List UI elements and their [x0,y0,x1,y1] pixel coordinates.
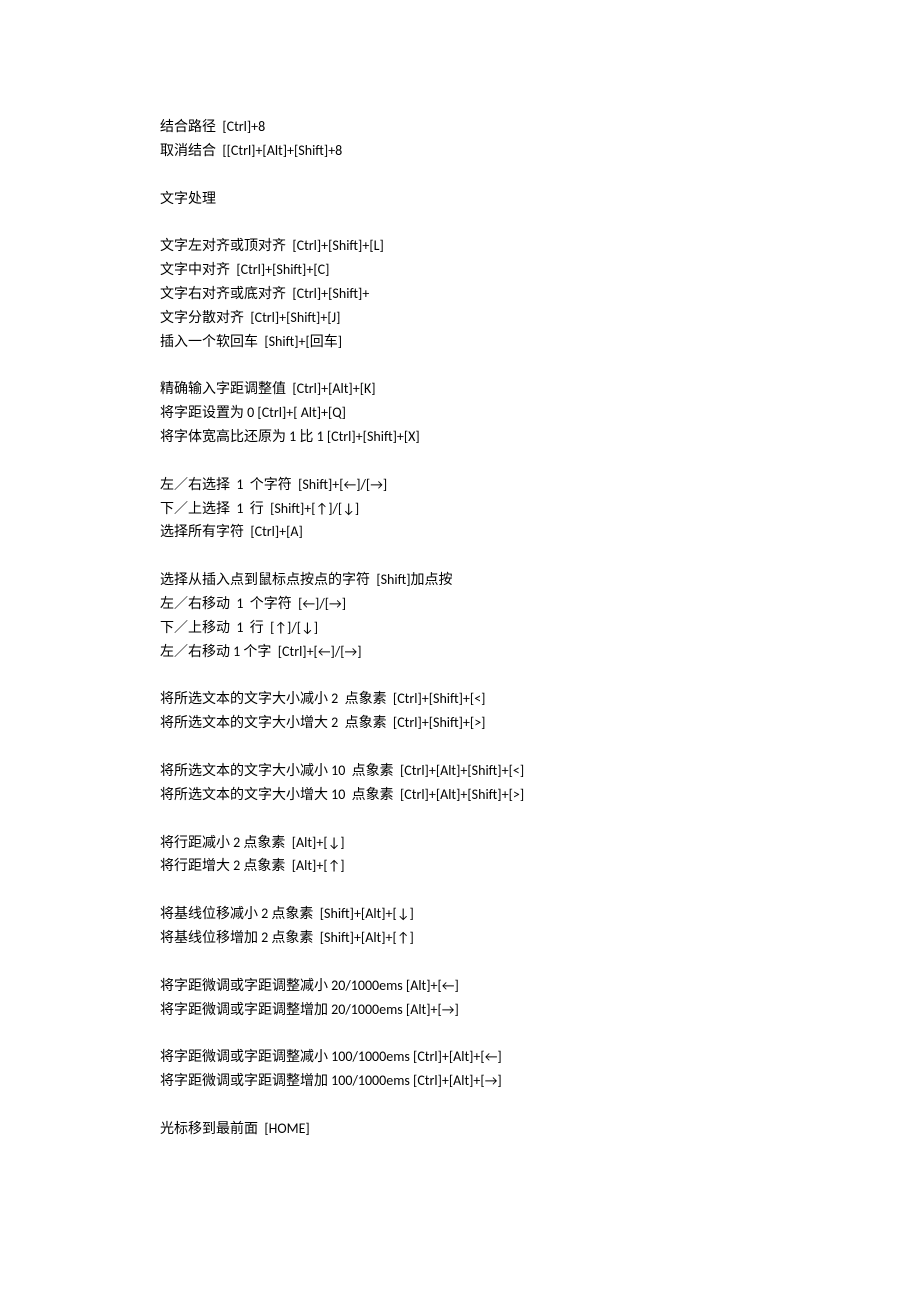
text-line: 将字距微调或字距调整减小 20/1000ems [Alt]+[←] [160,974,760,998]
text-line: 文字处理 [160,187,760,211]
text-line: 左／右移动 1 个字符 [←]/[→] [160,592,760,616]
text-block: 将字距微调或字距调整减小 100/1000ems [Ctrl]+[Alt]+[←… [160,1045,760,1093]
text-line: 光标移到最前面 [HOME] [160,1117,760,1141]
text-block: 光标移到最前面 [HOME] [160,1117,760,1141]
text-line: 将字距微调或字距调整减小 100/1000ems [Ctrl]+[Alt]+[←… [160,1045,760,1069]
text-line: 选择所有字符 [Ctrl]+[A] [160,520,760,544]
text-block: 将字距微调或字距调整减小 20/1000ems [Alt]+[←]将字距微调或字… [160,974,760,1022]
document-page: 结合路径 [Ctrl]+8取消结合 [[Ctrl]+[Alt]+[Shift]+… [0,0,920,1302]
text-line: 将行距增大 2 点象素 [Alt]+[↑] [160,854,760,878]
text-block: 将基线位移减小 2 点象素 [Shift]+[Alt]+[↓]将基线位移增加 2… [160,902,760,950]
text-line: 将基线位移减小 2 点象素 [Shift]+[Alt]+[↓] [160,902,760,926]
document-body: 结合路径 [Ctrl]+8取消结合 [[Ctrl]+[Alt]+[Shift]+… [160,115,760,1141]
text-line: 文字分散对齐 [Ctrl]+[Shift]+[J] [160,306,760,330]
text-line: 将基线位移增加 2 点象素 [Shift]+[Alt]+[↑] [160,926,760,950]
text-line: 下／上选择 1 行 [Shift]+[↑]/[↓] [160,497,760,521]
text-line: 左／右移动 1 个字 [Ctrl]+[←]/[→] [160,640,760,664]
text-line: 将所选文本的文字大小减小 10 点象素 [Ctrl]+[Alt]+[Shift]… [160,759,760,783]
text-line: 将字距微调或字距调整增加 100/1000ems [Ctrl]+[Alt]+[→… [160,1069,760,1093]
text-line: 将所选文本的文字大小增大 2 点象素 [Ctrl]+[Shift]+[>] [160,711,760,735]
text-line: 将字体宽高比还原为 1 比 1 [Ctrl]+[Shift]+[X] [160,425,760,449]
text-block: 文字左对齐或顶对齐 [Ctrl]+[Shift]+[L]文字中对齐 [Ctrl]… [160,234,760,353]
text-line: 将字距设置为 0 [Ctrl]+[ Alt]+[Q] [160,401,760,425]
text-line: 选择从插入点到鼠标点按点的字符 [Shift]加点按 [160,568,760,592]
text-block: 结合路径 [Ctrl]+8取消结合 [[Ctrl]+[Alt]+[Shift]+… [160,115,760,163]
text-block: 将所选文本的文字大小减小 2 点象素 [Ctrl]+[Shift]+[<]将所选… [160,687,760,735]
text-line: 将所选文本的文字大小减小 2 点象素 [Ctrl]+[Shift]+[<] [160,687,760,711]
text-line: 精确输入字距调整值 [Ctrl]+[Alt]+[K] [160,377,760,401]
text-block: 将所选文本的文字大小减小 10 点象素 [Ctrl]+[Alt]+[Shift]… [160,759,760,807]
text-line: 文字中对齐 [Ctrl]+[Shift]+[C] [160,258,760,282]
text-block: 文字处理 [160,187,760,211]
text-line: 将行距减小 2 点象素 [Alt]+[↓] [160,831,760,855]
text-line: 结合路径 [Ctrl]+8 [160,115,760,139]
text-line: 取消结合 [[Ctrl]+[Alt]+[Shift]+8 [160,139,760,163]
text-line: 插入一个软回车 [Shift]+[回车] [160,330,760,354]
text-block: 左／右选择 1 个字符 [Shift]+[←]/[→]下／上选择 1 行 [Sh… [160,473,760,544]
text-block: 精确输入字距调整值 [Ctrl]+[Alt]+[K]将字距设置为 0 [Ctrl… [160,377,760,448]
text-block: 选择从插入点到鼠标点按点的字符 [Shift]加点按左／右移动 1 个字符 [←… [160,568,760,663]
text-line: 将所选文本的文字大小增大 10 点象素 [Ctrl]+[Alt]+[Shift]… [160,783,760,807]
text-line: 左／右选择 1 个字符 [Shift]+[←]/[→] [160,473,760,497]
text-block: 将行距减小 2 点象素 [Alt]+[↓]将行距增大 2 点象素 [Alt]+[… [160,831,760,879]
text-line: 将字距微调或字距调整增加 20/1000ems [Alt]+[→] [160,998,760,1022]
text-line: 文字右对齐或底对齐 [Ctrl]+[Shift]+ [160,282,760,306]
text-line: 文字左对齐或顶对齐 [Ctrl]+[Shift]+[L] [160,234,760,258]
text-line: 下／上移动 1 行 [↑]/[↓] [160,616,760,640]
